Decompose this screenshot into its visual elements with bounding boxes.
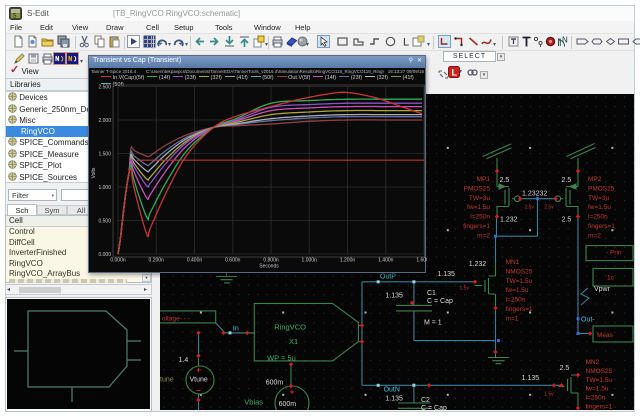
svg-text:OutN: OutN xyxy=(384,387,400,394)
svg-text:1.5v: 1.5v xyxy=(460,286,470,292)
svg-text:2.500: 2.500 xyxy=(98,85,111,91)
svg-text:1.135: 1.135 xyxy=(522,375,540,382)
svg-text:TW=1.5u: TW=1.5u xyxy=(506,278,533,285)
svg-text:Vtune: Vtune xyxy=(190,377,208,384)
svg-text:fingers=1: fingers=1 xyxy=(463,223,490,230)
svg-text:0.500: 0.500 xyxy=(98,219,111,225)
svg-text:0.000: 0.000 xyxy=(98,252,111,258)
svg-text:l=250n: l=250n xyxy=(506,297,526,304)
svg-text:1.400n: 1.400n xyxy=(378,258,394,264)
svg-text:C = Cap: C = Cap xyxy=(421,405,447,410)
svg-text:0.200n: 0.200n xyxy=(149,258,165,264)
svg-text:1.135: 1.135 xyxy=(385,293,403,300)
svg-text:Out-: Out- xyxy=(581,317,595,324)
svg-text:l=250n: l=250n xyxy=(588,214,608,221)
svg-text:fw=1.5u: fw=1.5u xyxy=(506,287,529,294)
svg-text:Seconds: Seconds xyxy=(259,264,279,270)
svg-text:tune: tune xyxy=(160,377,174,384)
svg-text:MN1: MN1 xyxy=(506,259,520,266)
svg-text:600m: 600m xyxy=(279,401,297,408)
svg-text:2.5v: 2.5v xyxy=(544,205,554,211)
svg-text:MP1: MP1 xyxy=(477,176,491,183)
svg-text:RingVCO: RingVCO xyxy=(274,323,306,332)
svg-text:TW=3u: TW=3u xyxy=(588,195,610,202)
svg-text:L: L xyxy=(452,68,458,78)
svg-text:2.5: 2.5 xyxy=(562,177,572,184)
svg-text:1.000: 1.000 xyxy=(98,185,111,191)
svg-text:C1: C1 xyxy=(427,290,436,297)
svg-text:1.135: 1.135 xyxy=(437,271,455,278)
svg-text:Meas: Meas xyxy=(597,332,614,339)
svg-text:Vpwr: Vpwr xyxy=(594,286,611,293)
svg-text:0.000n: 0.000n xyxy=(110,258,126,264)
svg-text:1.500: 1.500 xyxy=(98,152,111,158)
svg-text:C = Cap: C = Cap xyxy=(427,298,453,305)
svg-text:Vbias: Vbias xyxy=(244,398,263,407)
svg-text:1.135: 1.135 xyxy=(385,396,403,403)
svg-text:1.232: 1.232 xyxy=(500,217,518,224)
svg-text:- Prin: - Prin xyxy=(606,250,622,257)
svg-text:fingers=1: fingers=1 xyxy=(586,404,613,411)
svg-text:l=250n: l=250n xyxy=(586,395,606,402)
svg-text:MP2: MP2 xyxy=(588,176,602,183)
svg-text:PMOS25: PMOS25 xyxy=(464,185,491,192)
svg-text:600m: 600m xyxy=(266,380,284,387)
svg-text:In: In xyxy=(233,326,239,333)
svg-text:L: L xyxy=(403,37,409,49)
svg-text:m=2: m=2 xyxy=(588,232,601,239)
svg-text:1.200n: 1.200n xyxy=(340,258,356,264)
svg-text:NMOS25: NMOS25 xyxy=(506,268,533,275)
svg-text:2.5v: 2.5v xyxy=(525,205,535,211)
svg-text:fingers=1: fingers=1 xyxy=(588,223,615,230)
svg-text:2.5: 2.5 xyxy=(562,217,572,224)
svg-text:TW=1.5u: TW=1.5u xyxy=(586,377,613,384)
svg-text:MN2: MN2 xyxy=(586,359,600,366)
svg-text:1.232: 1.232 xyxy=(469,261,487,268)
svg-text:S: S xyxy=(13,14,17,20)
svg-text:m=2: m=2 xyxy=(477,232,490,239)
svg-text:NMOS25: NMOS25 xyxy=(586,368,613,375)
svg-text:2.5: 2.5 xyxy=(560,365,570,372)
svg-text:0.400n: 0.400n xyxy=(187,258,203,264)
svg-text:fw=1.5u: fw=1.5u xyxy=(588,204,611,211)
svg-text:1.23232: 1.23232 xyxy=(522,191,547,198)
svg-text:2.5: 2.5 xyxy=(500,177,510,184)
svg-text:l=250n: l=250n xyxy=(470,214,490,221)
svg-text:X1: X1 xyxy=(289,337,298,346)
svg-text:1.5v: 1.5v xyxy=(544,392,554,398)
svg-text:WP = 5u: WP = 5u xyxy=(267,354,296,363)
svg-text:2.000: 2.000 xyxy=(98,118,111,124)
svg-text:0.600n: 0.600n xyxy=(225,258,241,264)
svg-text:1.4: 1.4 xyxy=(179,357,189,364)
svg-text:m=1: m=1 xyxy=(506,315,519,322)
svg-text:1.600n: 1.600n xyxy=(416,258,427,264)
svg-text:fw=1.5u: fw=1.5u xyxy=(467,204,490,211)
svg-text:C2: C2 xyxy=(421,397,430,404)
svg-text:Volts: Volts xyxy=(91,167,97,178)
svg-text:oltage- - -: oltage- - - xyxy=(162,316,190,323)
svg-text:1.000n: 1.000n xyxy=(302,258,318,264)
svg-text:N: N xyxy=(562,36,568,45)
svg-text:M = 1: M = 1 xyxy=(424,320,442,327)
svg-text:TW=3u: TW=3u xyxy=(469,195,491,202)
svg-text:fw=1.5u: fw=1.5u xyxy=(586,386,609,393)
svg-text:fingers=1: fingers=1 xyxy=(506,306,533,313)
svg-text:PMOS25: PMOS25 xyxy=(588,185,615,192)
svg-text:1c: 1c xyxy=(607,275,615,282)
